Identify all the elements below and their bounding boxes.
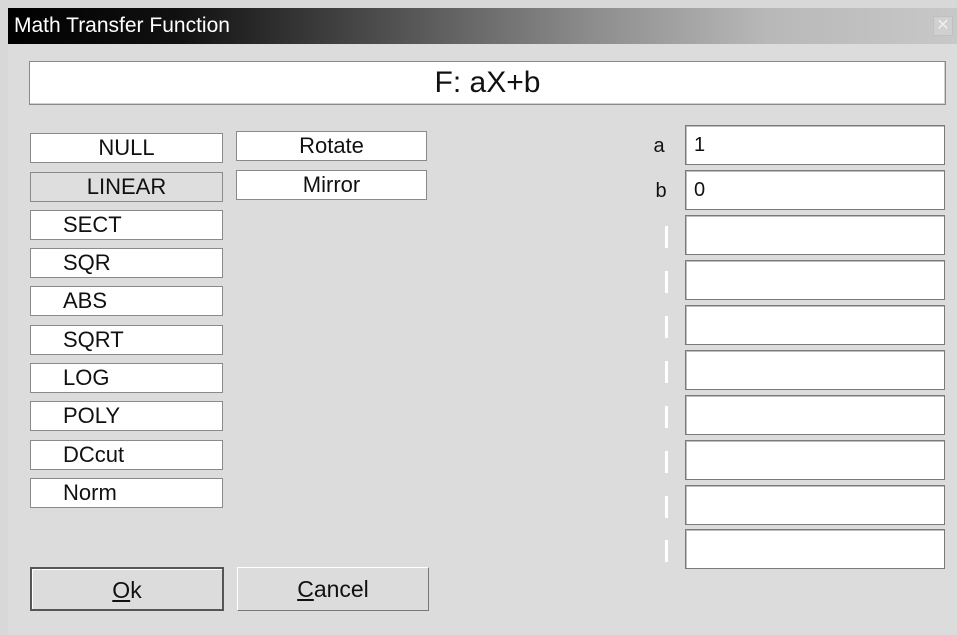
param-7-input[interactable] <box>685 395 945 435</box>
mirror-button[interactable]: Mirror <box>236 170 427 200</box>
function-button-sqr[interactable]: SQR <box>30 248 223 278</box>
param-4-input[interactable] <box>685 260 945 300</box>
function-button-sect[interactable]: SECT <box>30 210 223 240</box>
rotate-button[interactable]: Rotate <box>236 131 427 161</box>
param-label-a: a <box>653 135 665 157</box>
param-10-input[interactable] <box>685 529 945 569</box>
ok-label-rest: k <box>130 577 142 603</box>
close-icon[interactable]: ✕ <box>933 16 953 36</box>
cancel-mnemonic: C <box>297 576 314 602</box>
param-slot-marker <box>665 406 668 428</box>
param-5-input[interactable] <box>685 305 945 345</box>
param-slot-marker <box>665 361 668 383</box>
param-a-input[interactable] <box>685 125 945 165</box>
param-b-input[interactable] <box>685 170 945 210</box>
param-9-input[interactable] <box>685 485 945 525</box>
formula-display: F: aX+b <box>29 61 946 105</box>
cancel-button[interactable]: Cancel <box>237 567 429 611</box>
function-button-null[interactable]: NULL <box>30 133 223 163</box>
function-button-norm[interactable]: Norm <box>30 478 223 508</box>
title-bar[interactable]: Math Transfer Function ✕ <box>8 8 957 44</box>
cancel-label-rest: ancel <box>313 576 369 602</box>
function-button-sqrt[interactable]: SQRT <box>30 325 223 355</box>
param-label-b: b <box>655 180 667 202</box>
param-slot-marker <box>665 496 668 518</box>
param-slot-marker <box>665 316 668 338</box>
function-button-log[interactable]: LOG <box>30 363 223 393</box>
param-slot-marker <box>665 451 668 473</box>
param-8-input[interactable] <box>685 440 945 480</box>
param-slot-marker <box>665 226 668 248</box>
function-button-abs[interactable]: ABS <box>30 286 223 316</box>
param-6-input[interactable] <box>685 350 945 390</box>
function-button-poly[interactable]: POLY <box>30 401 223 431</box>
window-title: Math Transfer Function <box>14 14 230 37</box>
function-button-linear[interactable]: LINEAR <box>30 172 223 202</box>
function-button-dccut[interactable]: DCcut <box>30 440 223 470</box>
param-slot-marker <box>665 540 668 562</box>
math-transfer-function-dialog: Math Transfer Function ✕ F: aX+b NULL LI… <box>8 8 957 635</box>
ok-mnemonic: O <box>112 577 131 603</box>
ok-button[interactable]: Ok <box>30 567 224 611</box>
param-slot-marker <box>665 271 668 293</box>
param-3-input[interactable] <box>685 215 945 255</box>
